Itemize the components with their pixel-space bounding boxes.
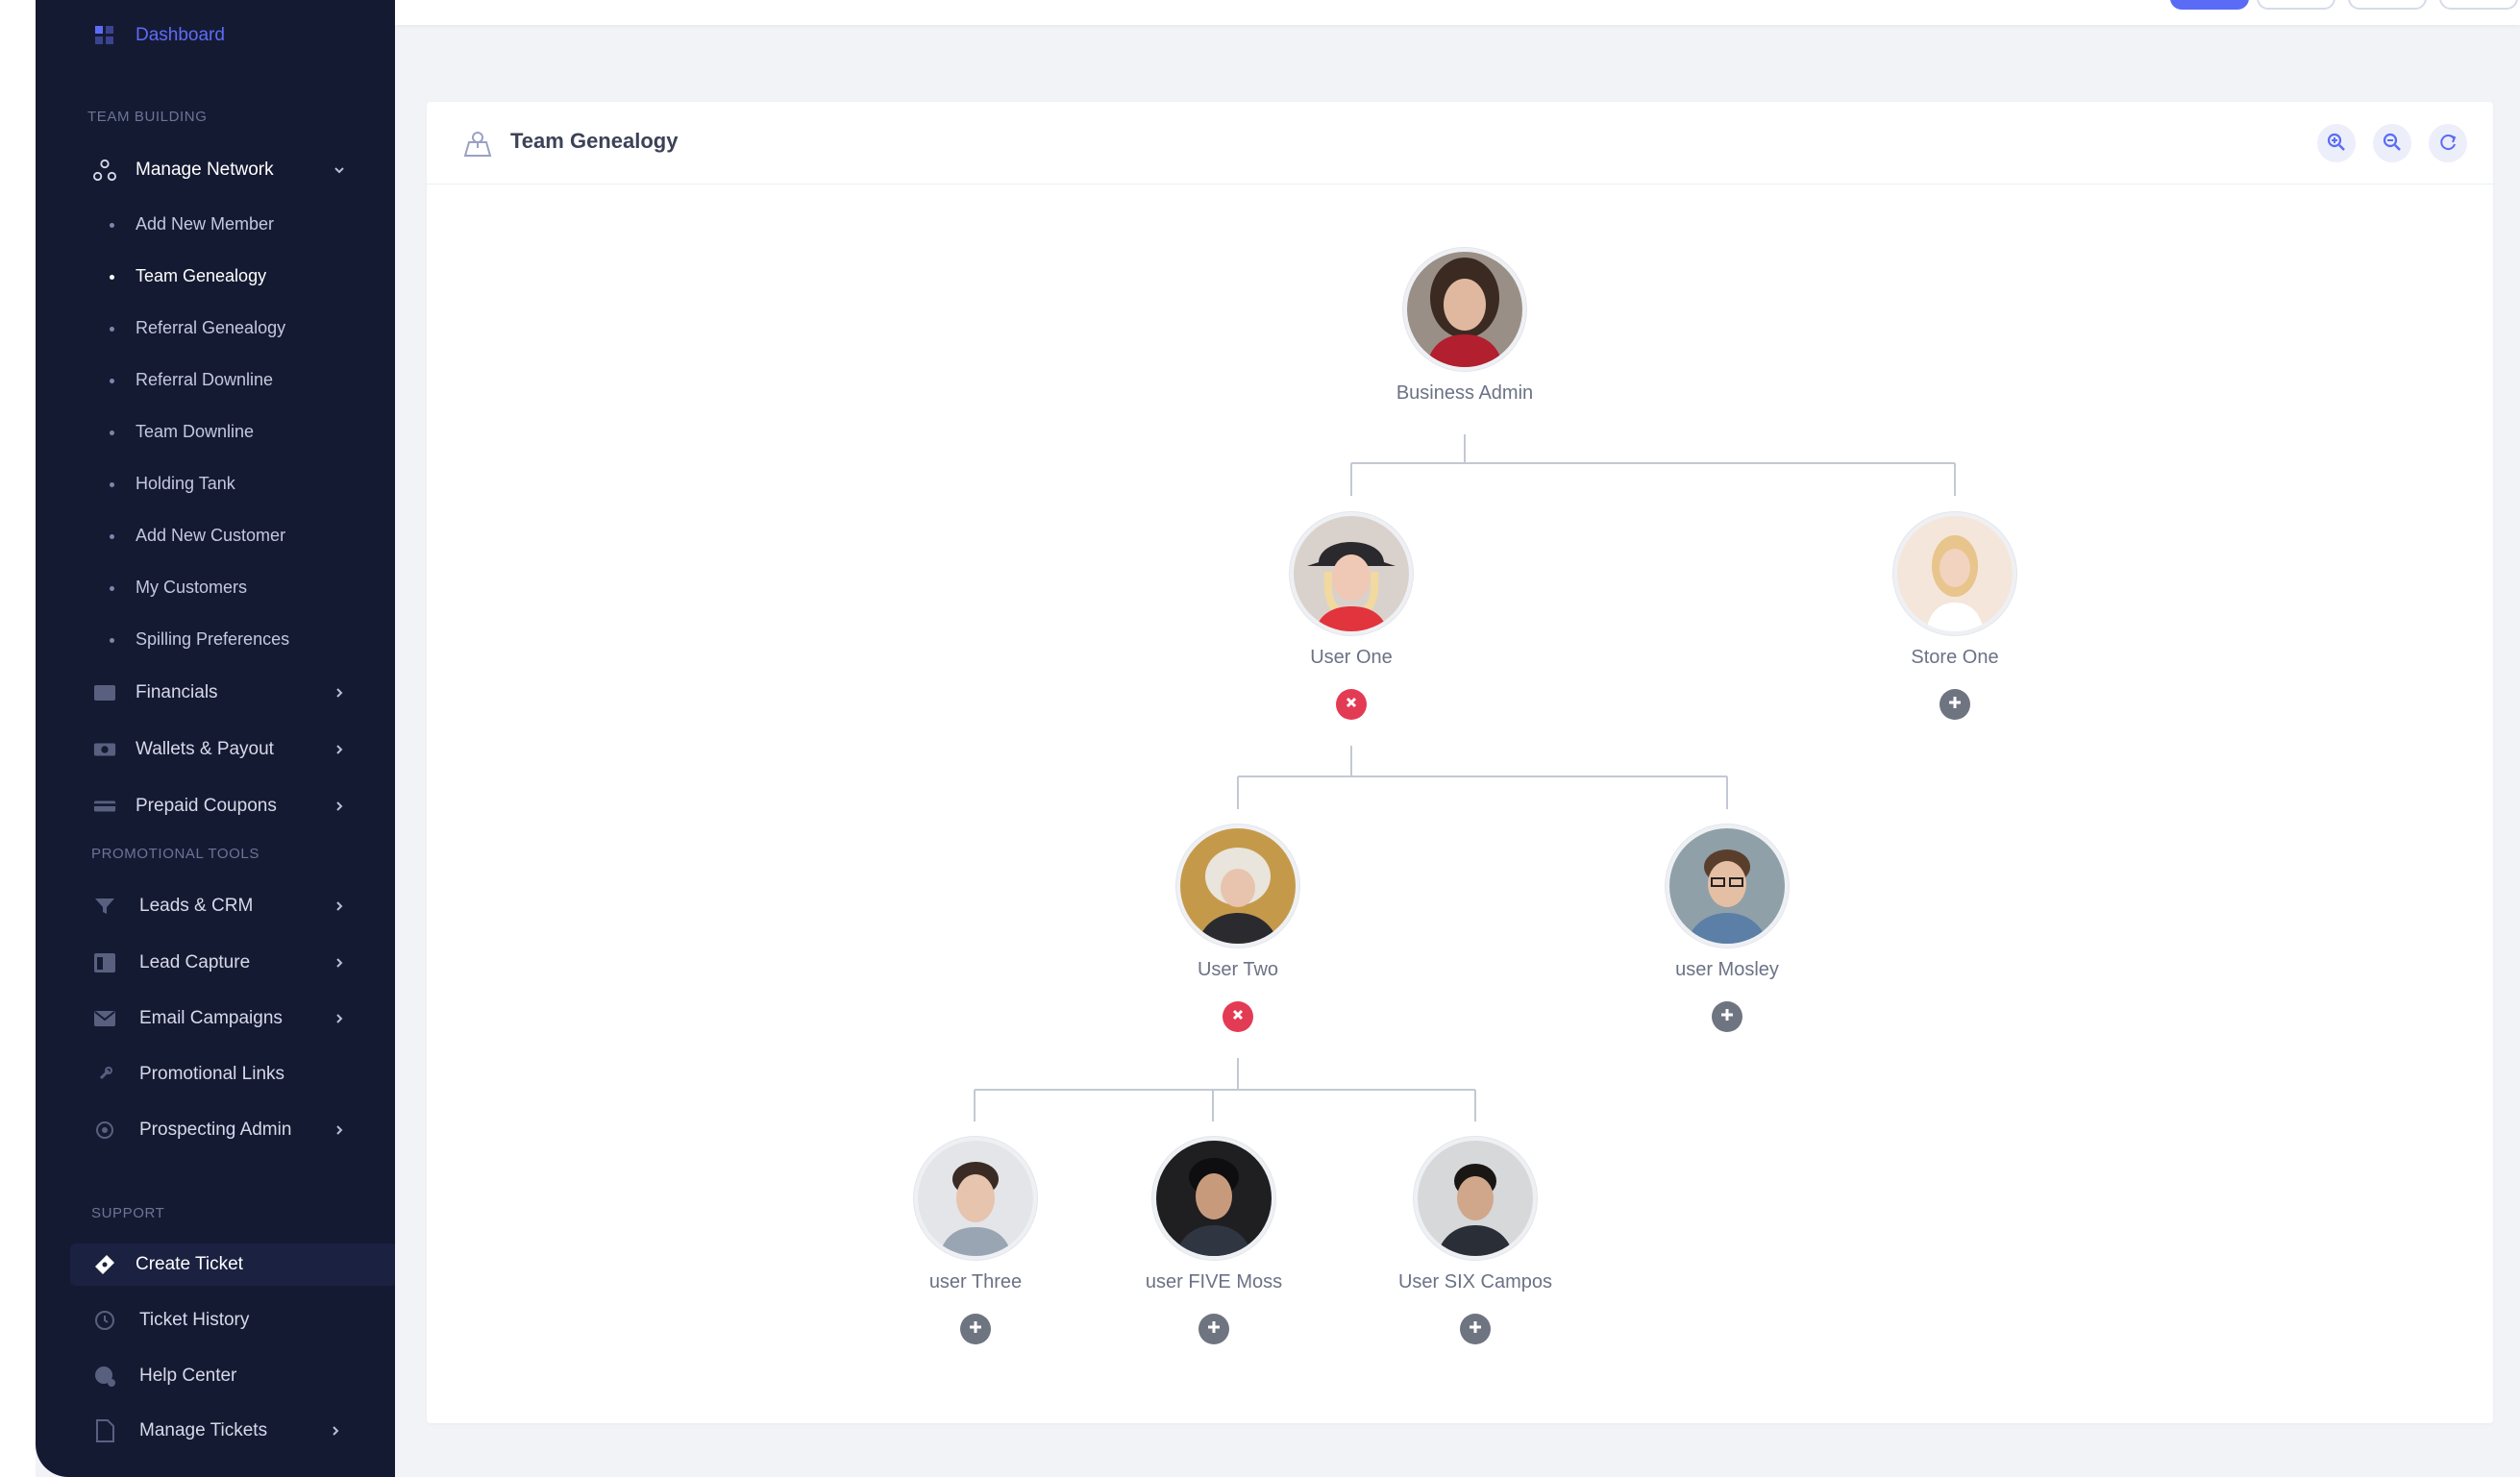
avatar[interactable] (1666, 825, 1789, 948)
plus-icon (1468, 1319, 1483, 1340)
genealogy-tree: Business Admin User One Store One User T… (0, 0, 2520, 1477)
avatar[interactable] (1152, 1137, 1275, 1260)
plus-icon (968, 1319, 983, 1340)
avatar[interactable] (1403, 248, 1526, 371)
remove-node-button[interactable] (1223, 1001, 1253, 1032)
node-name: Business Admin (1396, 382, 1534, 404)
node-name: user FIVE Moss (1145, 1271, 1283, 1292)
avatar[interactable] (1893, 512, 2016, 635)
add-node-button[interactable] (1939, 689, 1970, 720)
add-node-button[interactable] (1198, 1314, 1229, 1344)
plus-icon (1206, 1319, 1222, 1340)
close-icon (1230, 1007, 1246, 1027)
add-node-button[interactable] (960, 1314, 991, 1344)
avatar[interactable] (1290, 512, 1413, 635)
node-name: User SIX Campos (1397, 1271, 1553, 1292)
close-icon (1344, 695, 1359, 715)
plus-icon (1719, 1007, 1735, 1027)
node-name: user Mosley (1675, 959, 1779, 980)
tree-connectors (974, 434, 1956, 1121)
avatar[interactable] (1176, 825, 1299, 948)
add-node-button[interactable] (1460, 1314, 1491, 1344)
avatar[interactable] (914, 1137, 1037, 1260)
plus-icon (1947, 695, 1963, 715)
node-name: User Two (1197, 959, 1279, 980)
node-name: User One (1310, 647, 1393, 668)
add-node-button[interactable] (1712, 1001, 1742, 1032)
remove-node-button[interactable] (1336, 689, 1367, 720)
node-name: user Three (928, 1271, 1023, 1292)
avatar[interactable] (1414, 1137, 1537, 1260)
node-name: Store One (1911, 647, 1999, 668)
